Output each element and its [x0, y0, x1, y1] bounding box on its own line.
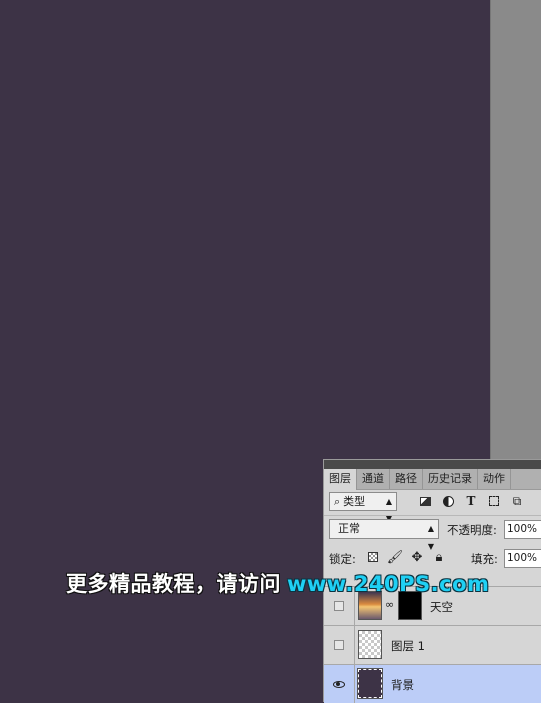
tab-layers[interactable]: 图层: [324, 469, 357, 490]
layer-name: 图层 1: [391, 639, 425, 653]
type-filter-icon[interactable]: T: [464, 494, 478, 508]
divider: [324, 515, 541, 516]
lock-move-icon[interactable]: ✥: [410, 550, 424, 565]
eye-icon: [333, 680, 345, 688]
layer-row-background[interactable]: 背景: [324, 664, 541, 703]
layer-name: 天空: [430, 600, 453, 614]
lock-transparent-icon[interactable]: [366, 550, 380, 564]
smart-object-filter-icon[interactable]: ⧉: [510, 494, 524, 508]
fill-label: 填充:: [471, 552, 498, 566]
lock-all-icon[interactable]: 🔒︎: [432, 550, 446, 565]
filter-type-select[interactable]: ⌕类型 ▲▼: [329, 492, 397, 523]
layer-row-layer1[interactable]: 图层 1: [324, 625, 541, 664]
tab-channels[interactable]: 通道: [357, 469, 390, 489]
filter-type-label: 类型: [343, 495, 366, 508]
opacity-label: 不透明度:: [447, 523, 497, 537]
watermark-text: 更多精品教程，请访问: [66, 572, 281, 596]
lock-row: 锁定: 🖌︎ ✥ 🔒︎ 填充: 100%: [324, 548, 541, 570]
lock-label: 锁定:: [329, 552, 356, 566]
visibility-toggle[interactable]: [324, 665, 355, 703]
opacity-input[interactable]: 100%: [504, 520, 541, 539]
layer-thumbnail: [357, 668, 383, 699]
hidden-box-icon: [334, 601, 344, 611]
layer-name: 背景: [391, 678, 414, 692]
watermark-url: www.240PS.com: [287, 572, 490, 596]
shape-filter-icon[interactable]: [487, 494, 501, 508]
visibility-toggle[interactable]: [324, 626, 355, 664]
panel-header-bar[interactable]: [324, 460, 541, 469]
tab-actions[interactable]: 动作: [478, 469, 511, 489]
blend-mode-select[interactable]: 正常 ▲ ▼: [329, 519, 439, 551]
lock-icons: 🖌︎ ✥ 🔒︎: [366, 550, 446, 565]
blend-mode-value: 正常: [338, 522, 360, 535]
adjustment-filter-icon[interactable]: [441, 494, 455, 508]
link-chain-icon[interactable]: ∞: [385, 598, 394, 611]
layer-thumbnail: [358, 630, 382, 659]
filter-icons: T ⧉: [418, 494, 524, 508]
tab-paths[interactable]: 路径: [390, 469, 423, 489]
lock-brush-icon[interactable]: 🖌︎: [387, 550, 404, 565]
fill-input[interactable]: 100%: [504, 549, 541, 568]
blend-row: 正常 ▲ ▼ 不透明度: 100%: [324, 519, 541, 551]
image-filter-icon[interactable]: [418, 494, 432, 508]
hidden-box-icon: [334, 640, 344, 650]
search-icon: ⌕: [334, 495, 341, 508]
tab-history[interactable]: 历史记录: [423, 469, 478, 489]
watermark: 更多精品教程，请访问 www.240PS.com: [66, 568, 489, 598]
filter-row: ⌕类型 ▲▼ T ⧉: [324, 492, 541, 523]
panel-tabs: 图层 通道 路径 历史记录 动作: [324, 469, 541, 490]
